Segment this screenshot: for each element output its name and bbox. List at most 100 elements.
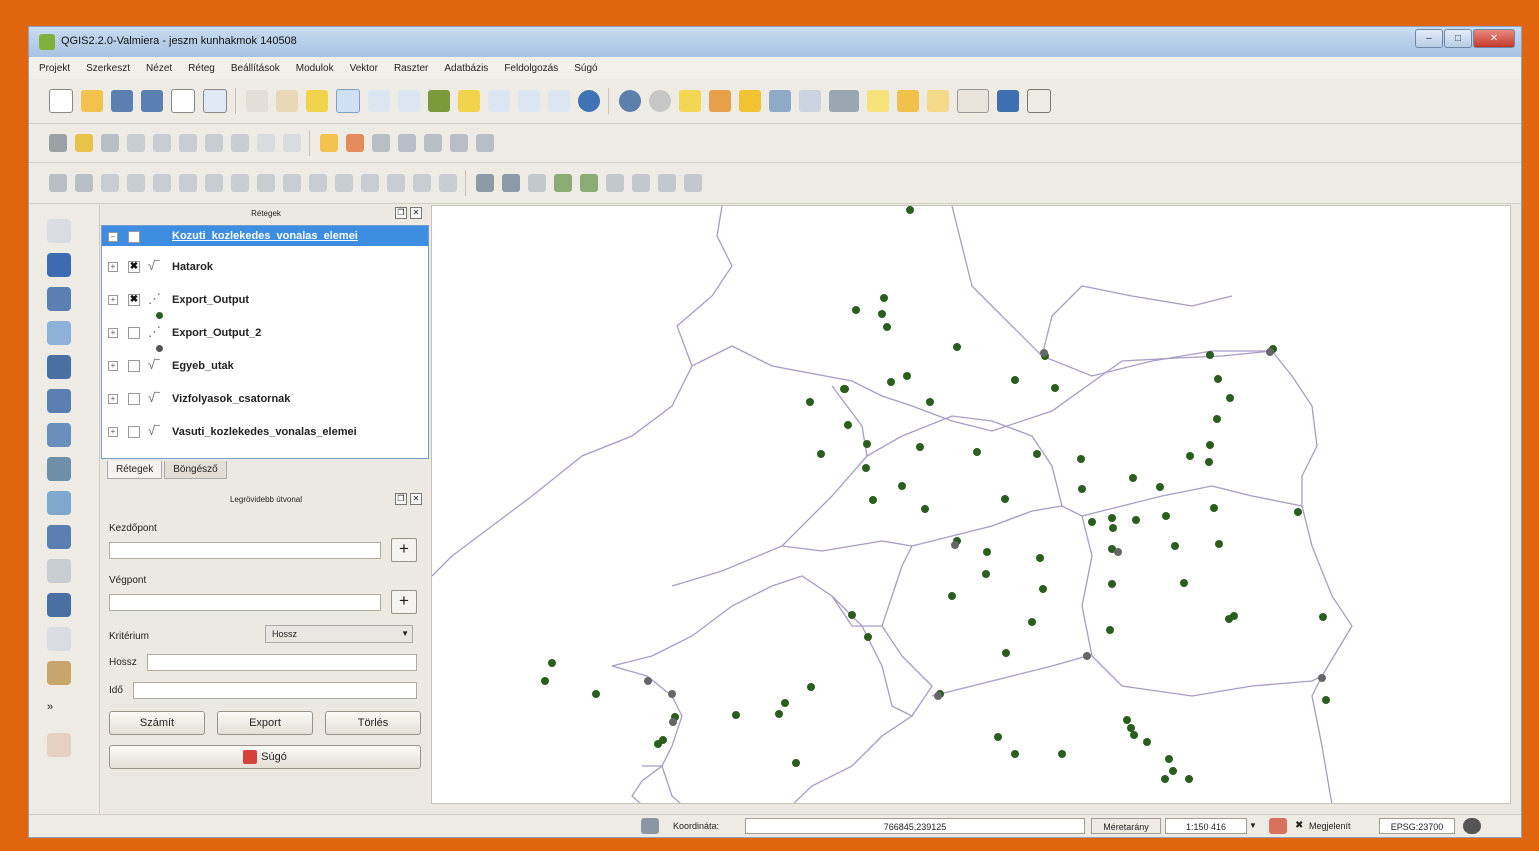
menu-sugo[interactable]: Súgó xyxy=(574,63,597,74)
layer-item-export-output-2[interactable]: + ⋰ Export_Output_2 xyxy=(102,322,428,352)
toggle-editing-icon[interactable] xyxy=(75,134,93,152)
export-button[interactable]: Export xyxy=(217,711,313,735)
add-bookmark-icon[interactable] xyxy=(897,90,919,112)
new-spatialite-icon[interactable] xyxy=(47,661,71,685)
calculate-button[interactable]: Számít xyxy=(109,711,205,735)
full-histogram-icon[interactable] xyxy=(580,174,598,192)
contrast-icon[interactable] xyxy=(684,174,702,192)
layer-labeling-icon[interactable] xyxy=(346,134,364,152)
show-bookmarks-icon[interactable] xyxy=(927,90,949,112)
add-feature-icon[interactable] xyxy=(127,134,145,152)
route-close-button[interactable]: ✕ xyxy=(410,493,422,505)
zoom-selection-icon[interactable] xyxy=(458,90,480,112)
whats-this-icon[interactable] xyxy=(1027,89,1051,113)
rotate-point-symbols-icon[interactable] xyxy=(439,174,457,192)
add-raster-layer-icon[interactable] xyxy=(47,253,71,277)
crs-status[interactable]: EPSG:23700 xyxy=(1379,818,1455,834)
add-delimited-text-icon[interactable] xyxy=(47,525,71,549)
layers-undock-button[interactable]: ❐ xyxy=(395,207,407,219)
layer-item-hatarok[interactable]: + ✖ √‾ Hatarok xyxy=(102,256,428,280)
layer-item-vasuti[interactable]: + √‾ Vasuti_kozlekedes_vonalas_elemei xyxy=(102,421,428,445)
identify-icon[interactable] xyxy=(619,90,641,112)
menu-modulok[interactable]: Modulok xyxy=(296,63,334,74)
add-csv-layer-icon[interactable] xyxy=(47,559,71,583)
show-pinned-labels-icon[interactable] xyxy=(398,134,416,152)
map-canvas[interactable] xyxy=(431,205,1511,804)
merge-features-icon[interactable] xyxy=(387,174,405,192)
pin-labels-icon[interactable] xyxy=(372,134,390,152)
composer-manager-icon[interactable] xyxy=(203,89,227,113)
layer-visibility-checkbox[interactable] xyxy=(128,393,140,405)
add-wcs-layer-icon[interactable] xyxy=(47,457,71,481)
map-tips-icon[interactable] xyxy=(398,90,420,112)
delete-ring-icon[interactable] xyxy=(231,174,249,192)
layers-close-button[interactable]: ✕ xyxy=(410,207,422,219)
zoom-layer-icon[interactable] xyxy=(488,90,510,112)
end-point-input[interactable] xyxy=(109,594,381,611)
save-as-icon[interactable] xyxy=(141,90,163,112)
touch-zoom-icon[interactable] xyxy=(246,90,268,112)
brightness-icon[interactable] xyxy=(658,174,676,192)
menu-nezet[interactable]: Nézet xyxy=(146,63,172,74)
pan-map-icon[interactable] xyxy=(276,90,298,112)
scale-combobox[interactable]: 1:150 416 xyxy=(1165,818,1247,834)
pick-end-point-button[interactable]: + xyxy=(391,590,417,614)
pan-to-selection-icon[interactable] xyxy=(306,90,328,112)
start-point-input[interactable] xyxy=(109,542,381,559)
refresh-icon[interactable] xyxy=(578,90,600,112)
add-vector-layer-icon[interactable] xyxy=(47,219,71,243)
menu-reteg[interactable]: Réteg xyxy=(188,63,215,74)
add-ring-icon[interactable] xyxy=(153,174,171,192)
split-features-icon[interactable] xyxy=(335,174,353,192)
add-mssql-layer-icon[interactable] xyxy=(47,355,71,379)
expand-icon[interactable]: + xyxy=(108,394,118,404)
copy-features-icon[interactable] xyxy=(257,134,275,152)
add-spatialite-layer-icon[interactable] xyxy=(47,321,71,345)
rotate-feature-icon[interactable] xyxy=(101,174,119,192)
menu-vektor[interactable]: Vektor xyxy=(350,63,378,74)
add-postgis-layer-icon[interactable] xyxy=(47,287,71,311)
new-shapefile-icon[interactable] xyxy=(47,627,71,651)
save-project-icon[interactable] xyxy=(111,90,133,112)
reshape-features-icon[interactable] xyxy=(283,174,301,192)
merge-attributes-icon[interactable] xyxy=(413,174,431,192)
criterion-select[interactable]: Hossz ▼ xyxy=(265,625,413,643)
layer-visibility-checkbox[interactable] xyxy=(128,426,140,438)
cut-features-icon[interactable] xyxy=(231,134,249,152)
add-gpx-layer-icon[interactable] xyxy=(47,593,71,617)
field-calculator-icon[interactable] xyxy=(799,90,821,112)
expand-icon[interactable]: + xyxy=(108,262,118,272)
split-parts-icon[interactable] xyxy=(361,174,379,192)
tab-browser[interactable]: Böngésző xyxy=(164,461,227,479)
zoom-last-icon[interactable] xyxy=(518,90,540,112)
menu-raszter[interactable]: Raszter xyxy=(394,63,428,74)
close-button[interactable]: ✕ xyxy=(1473,29,1515,48)
delete-part-icon[interactable] xyxy=(257,174,275,192)
new-project-icon[interactable] xyxy=(49,89,73,113)
maximize-button[interactable]: □ xyxy=(1444,29,1472,48)
layer-item-export-output[interactable]: + ✖ ⋰ Export_Output xyxy=(102,289,428,319)
help-contents-icon[interactable] xyxy=(997,90,1019,112)
raster-histogram-icon[interactable] xyxy=(502,174,520,192)
menu-adatbazis[interactable]: Adatbázis xyxy=(444,63,488,74)
layer-visibility-checkbox[interactable]: ✖ xyxy=(128,261,140,273)
labeling-icon[interactable] xyxy=(320,134,338,152)
change-label-icon[interactable] xyxy=(476,134,494,152)
pick-start-point-button[interactable]: + xyxy=(391,538,417,562)
node-tool-icon[interactable] xyxy=(179,134,197,152)
route-undock-button[interactable]: ❐ xyxy=(395,493,407,505)
zoom-out-icon[interactable] xyxy=(368,90,390,112)
expand-icon[interactable]: + xyxy=(108,361,118,371)
tab-layers[interactable]: Rétegek xyxy=(107,461,163,479)
add-oracle-georaster-icon[interactable] xyxy=(47,733,71,757)
stop-rendering-icon[interactable] xyxy=(1269,818,1287,834)
full-minmax-icon[interactable] xyxy=(632,174,650,192)
rotate-label-icon[interactable] xyxy=(450,134,468,152)
undo-icon[interactable] xyxy=(49,174,67,192)
scale-dropdown-icon[interactable]: ▼ xyxy=(1249,818,1263,834)
offset-curve-icon[interactable] xyxy=(309,174,327,192)
help-button[interactable]: Súgó xyxy=(109,745,421,769)
deselect-icon[interactable] xyxy=(709,90,731,112)
save-edits-icon[interactable] xyxy=(101,134,119,152)
messages-icon[interactable] xyxy=(1463,818,1481,834)
